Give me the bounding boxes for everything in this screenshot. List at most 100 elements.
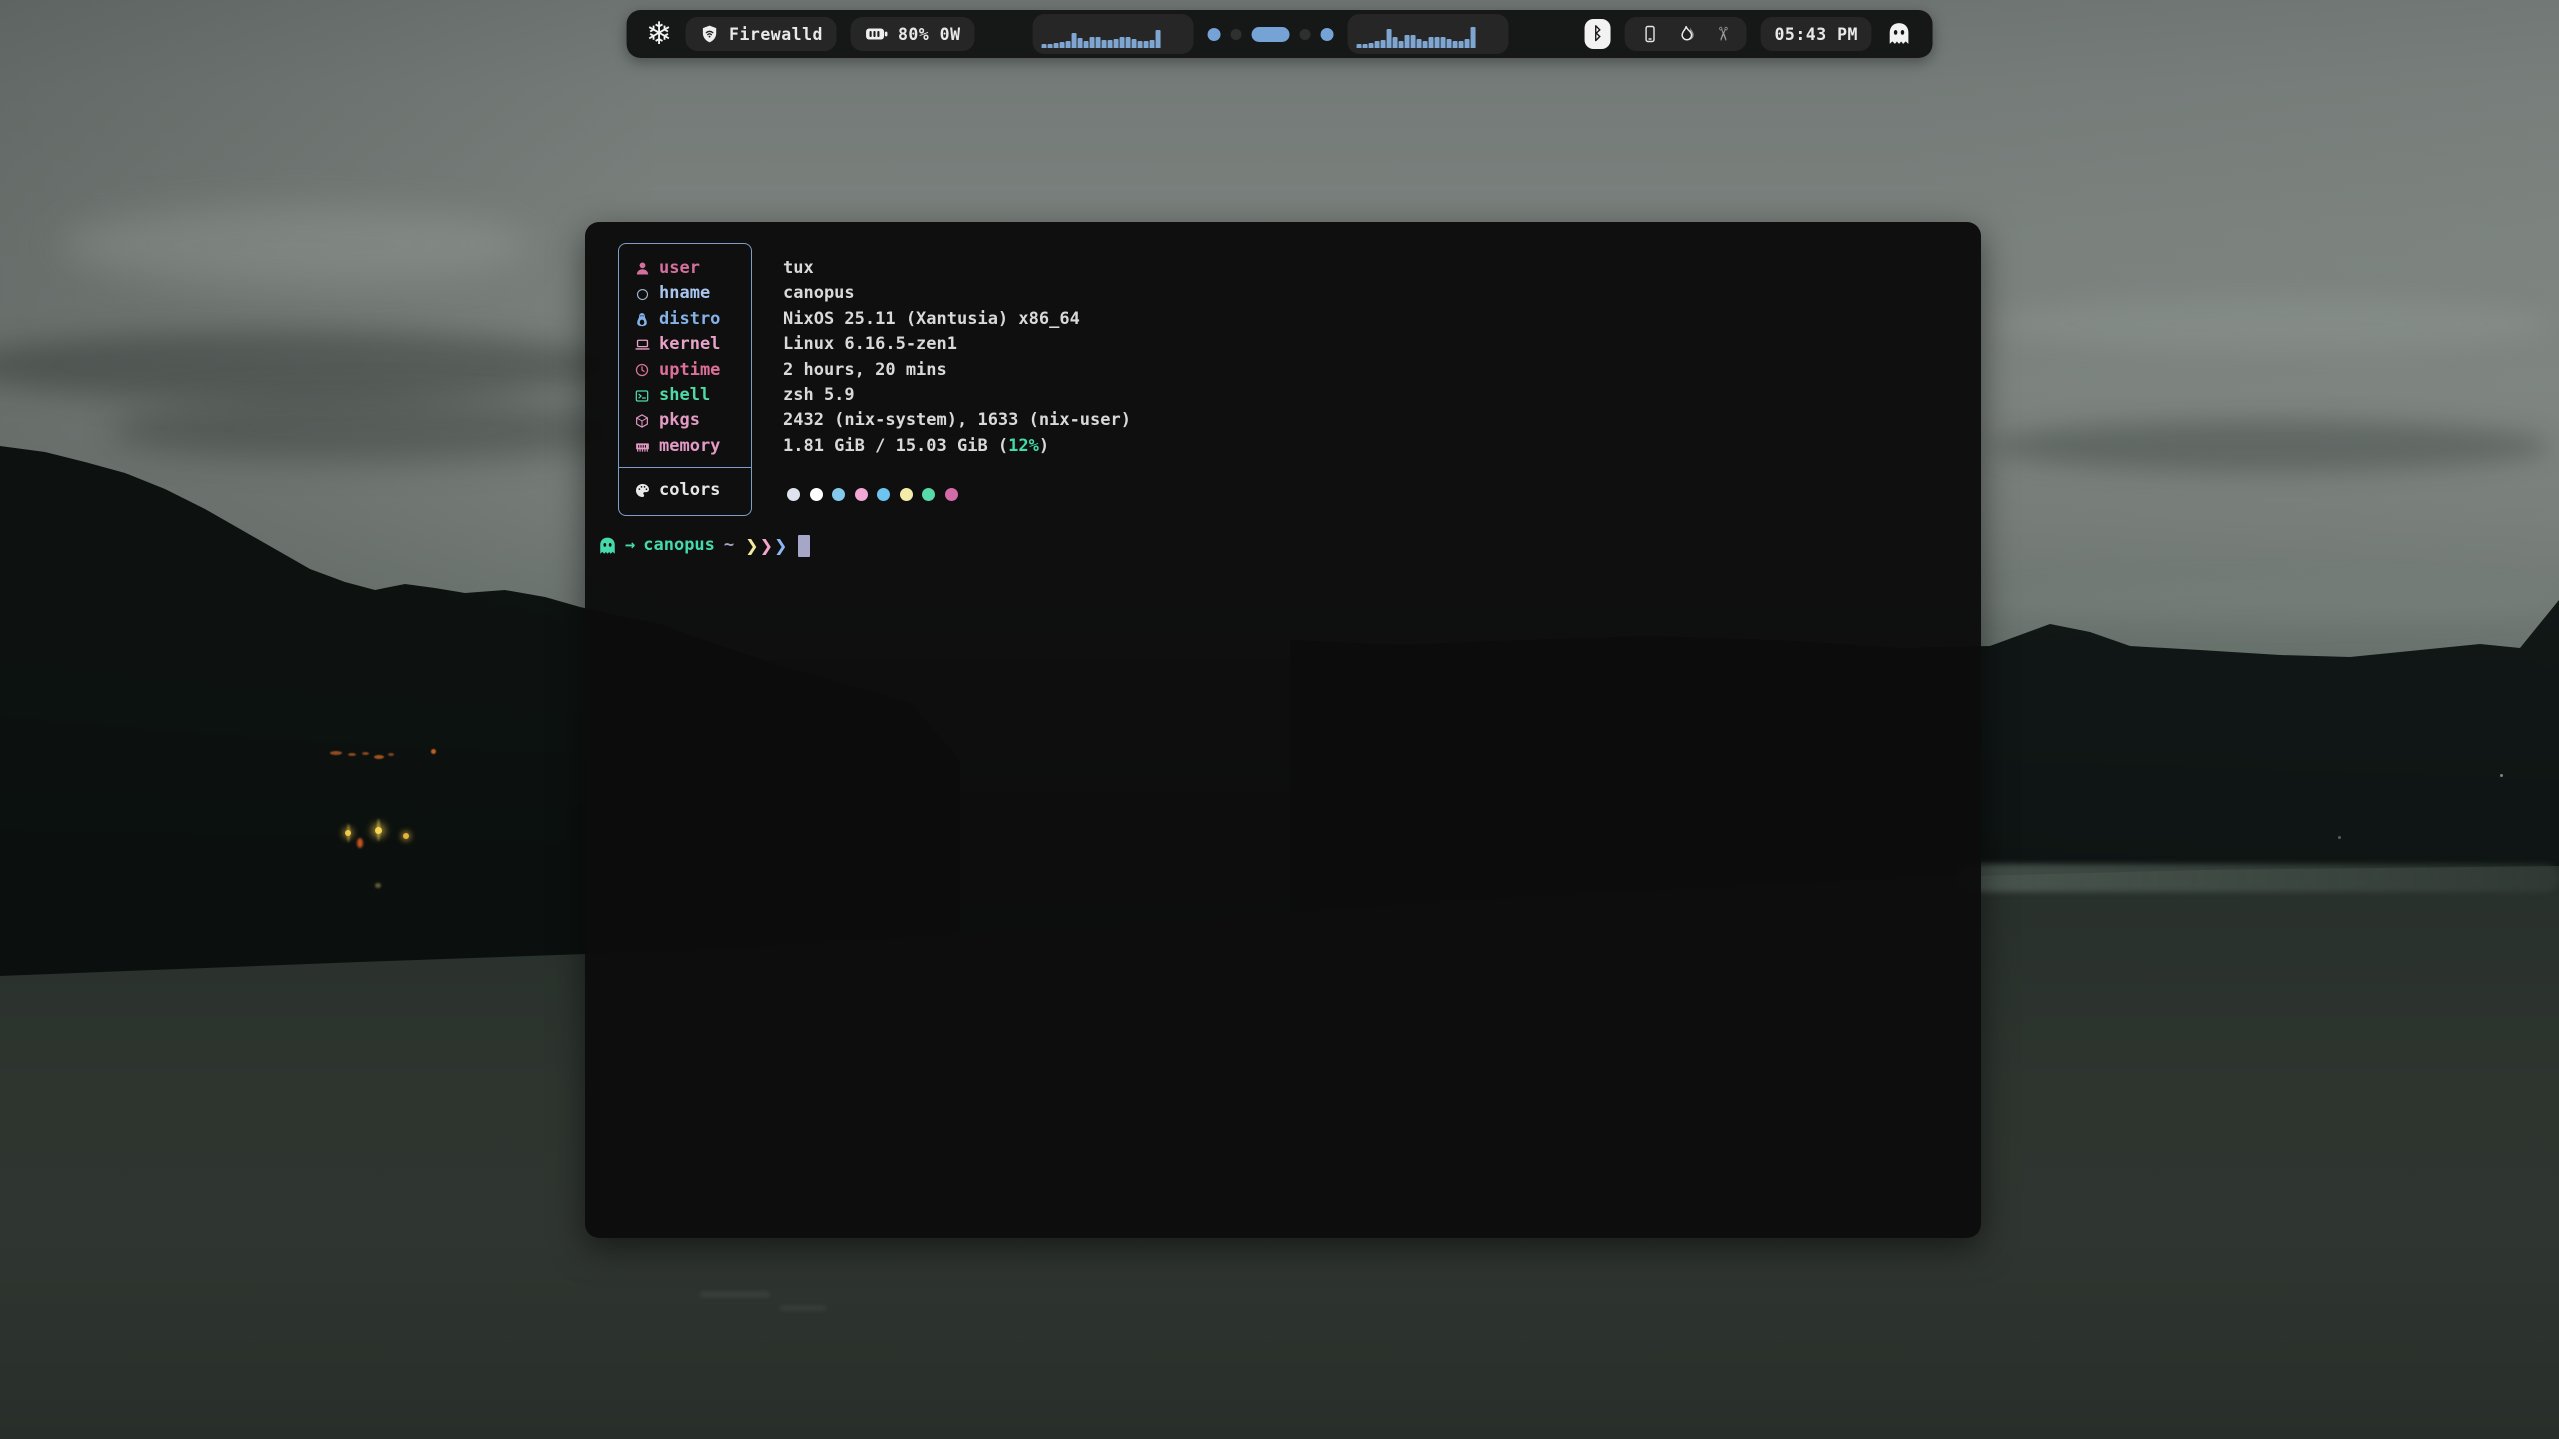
graph-bar (1417, 39, 1422, 48)
graph-bar (1363, 44, 1368, 48)
distant-light (2338, 836, 2341, 839)
clock-widget[interactable]: 05:43 PM (1760, 17, 1871, 51)
fetch-key-hname: hname (619, 281, 751, 306)
fetch-key-label: colors (659, 478, 720, 503)
workspace-dot-empty[interactable] (1231, 29, 1242, 40)
firewall-widget[interactable]: Firewalld (686, 17, 837, 51)
bluetooth-icon[interactable]: ᛒ (1585, 19, 1611, 49)
village-light-bright (377, 819, 380, 841)
workspace-indicator (1208, 27, 1334, 42)
fetch-key-label: shell (659, 383, 710, 408)
tray-widget[interactable]: ✂ (1625, 17, 1747, 51)
flame-icon (1677, 23, 1698, 45)
village-light (348, 753, 356, 756)
palette-swatch (922, 488, 935, 501)
village-light (330, 751, 342, 755)
fetch-value-memory: 1.81 GiB / 15.03 GiB (12%) (783, 434, 1131, 459)
workspace-dot-occupied[interactable] (1321, 28, 1334, 41)
battery-widget[interactable]: 80% 0W (851, 17, 975, 51)
cpu-graph-widget[interactable] (1033, 14, 1194, 54)
fetch-value-segment: 1.81 GiB / 15.03 GiB ( (783, 436, 1008, 456)
prompt-path: ~ (724, 533, 734, 558)
shield-wifi-icon (700, 24, 720, 44)
fetch-value-kernel: Linux 6.16.5-zen1 (783, 332, 1131, 357)
prompt-arrow: → (625, 533, 635, 558)
village-light-bright (347, 824, 350, 842)
terminal-icon (633, 387, 651, 405)
village-light (431, 749, 436, 754)
workspace-active-pill[interactable] (1252, 27, 1290, 42)
terminal-window[interactable]: user hname distro (585, 222, 1981, 1238)
nixos-logo-icon[interactable]: ❄ (646, 19, 672, 50)
ghost-icon[interactable] (1886, 21, 1913, 48)
fetch-key-label: hname (659, 281, 710, 306)
fetch-key-rows: user hname distro (619, 244, 751, 467)
palette-swatch (877, 488, 890, 501)
graph-bar (1102, 40, 1107, 48)
palette-swatch (787, 488, 800, 501)
fetch-value-user: tux (783, 256, 1131, 281)
fetch-value-segment: 12% (1008, 436, 1039, 456)
graph-bar (1108, 40, 1113, 48)
palette-swatch (810, 488, 823, 501)
village-light (362, 752, 369, 755)
fetch-key-colors: colors (619, 478, 751, 503)
prompt-chevron-3: ❯ (774, 533, 788, 558)
workspace-dot-empty[interactable] (1300, 29, 1311, 40)
fetch-key-label: user (659, 256, 700, 281)
fetch-value-distro: NixOS 25.11 (Xantusia) x86_64 (783, 307, 1131, 332)
fetch-key-label: distro (659, 307, 720, 332)
fetch-value-segment: tux (783, 258, 814, 278)
clock-icon (633, 361, 651, 379)
graph-bar (1078, 38, 1083, 48)
graph-bar (1399, 41, 1404, 48)
fetch-key-memory: memory (619, 434, 751, 459)
clock-label: 05:43 PM (1774, 25, 1857, 44)
prompt-chevron-2: ❯ (760, 533, 774, 558)
penguin-icon (633, 310, 651, 328)
graph-bar (1138, 41, 1143, 48)
fetch-key-label: pkgs (659, 408, 700, 433)
palette-swatch (900, 488, 913, 501)
graph-bar (1423, 41, 1428, 48)
fetch-value-uptime: 2 hours, 20 mins (783, 358, 1131, 383)
graph-bar (1066, 41, 1071, 48)
laptop-icon (633, 336, 651, 354)
graph-bar (1144, 41, 1149, 48)
graph-bar (1429, 37, 1434, 48)
ram-icon (633, 437, 651, 455)
circle-icon (633, 285, 651, 303)
graph-bar (1465, 39, 1470, 48)
graph-bar (1060, 42, 1065, 48)
top-bar: ❄ Firewalld 80% 0W ᛒ (626, 10, 1933, 58)
graph-bar (1381, 40, 1386, 48)
palette-swatch (945, 488, 958, 501)
graph-bar (1453, 41, 1458, 48)
shell-prompt[interactable]: → canopus ~ ❯ ❯ ❯ (597, 533, 810, 559)
fetch-value-shell: zsh 5.9 (783, 383, 1131, 408)
fetch-key-distro: distro (619, 307, 751, 332)
graph-bar (1114, 39, 1119, 48)
ghost-prompt-icon (597, 536, 618, 557)
graph-bar (1072, 33, 1077, 48)
graph-bar (1132, 39, 1137, 48)
graph-bar (1084, 41, 1089, 48)
prompt-host: canopus (643, 533, 715, 558)
workspace-dot-occupied[interactable] (1208, 28, 1221, 41)
palette-swatch (832, 488, 845, 501)
graph-bar (1156, 30, 1161, 48)
graph-bar (1405, 35, 1410, 48)
memory-graph-widget[interactable] (1348, 14, 1509, 54)
water-reflection-streak (700, 1292, 770, 1297)
firewall-label: Firewalld (729, 25, 823, 44)
graph-bar (1441, 37, 1446, 48)
distant-light (2500, 774, 2503, 777)
phone-icon (1641, 23, 1660, 45)
graph-bar (1150, 40, 1155, 48)
graph-bar (1447, 39, 1452, 48)
graph-bar (1411, 35, 1416, 48)
fetch-key-label: memory (659, 434, 720, 459)
graph-bar (1369, 43, 1374, 48)
graph-bar (1435, 37, 1440, 48)
fetch-value-segment: ) (1039, 436, 1049, 456)
